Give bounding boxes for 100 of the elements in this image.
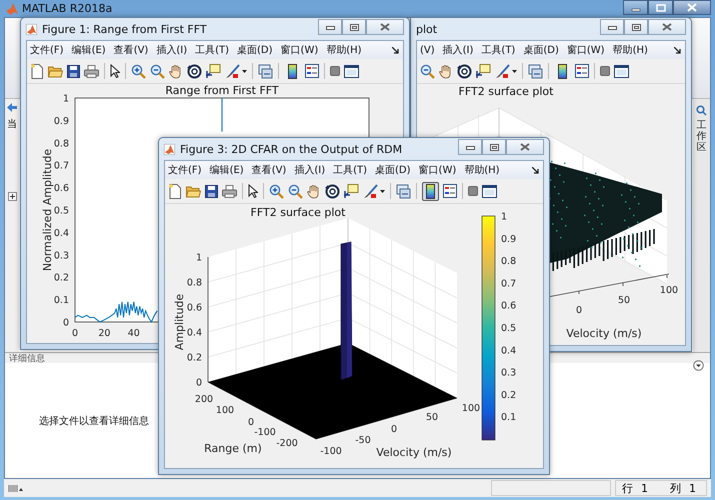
- menu-item[interactable]: 查看(V): [248, 163, 290, 177]
- menu-item[interactable]: 工具(T): [478, 43, 518, 57]
- y-tick-label: 0.6: [54, 183, 69, 194]
- zoom-out-icon[interactable]: [288, 184, 303, 198]
- data-cursor-icon[interactable]: [344, 184, 359, 198]
- hand-icon[interactable]: [307, 184, 321, 198]
- caret-icon[interactable]: [512, 70, 517, 72]
- figure-title: plot: [416, 22, 438, 36]
- zoom-out-icon[interactable]: [150, 64, 165, 78]
- y-tick-label: 0: [248, 417, 254, 428]
- minimize-button[interactable]: [600, 19, 624, 35]
- maximize-button[interactable]: [482, 139, 506, 155]
- menu-item[interactable]: 桌面(D): [234, 43, 276, 57]
- y-tick-label: 0.3: [54, 250, 69, 262]
- window-icon[interactable]: [614, 64, 629, 78]
- menu-item[interactable]: 工具(T): [192, 43, 232, 57]
- window-title: MATLAB R2018a: [22, 2, 112, 15]
- menu-item[interactable]: 插入(I): [291, 163, 328, 177]
- save-icon[interactable]: [67, 64, 80, 78]
- y-tick-label: 0.5: [54, 206, 69, 216]
- colorbar-tick-label: 0.2: [501, 390, 516, 401]
- menu-item[interactable]: 编辑(E): [68, 43, 109, 57]
- collapse-icon[interactable]: [693, 360, 704, 370]
- rotate-icon[interactable]: [457, 64, 472, 78]
- menu-item[interactable]: 桌面(D): [372, 163, 414, 177]
- square-icon[interactable]: [600, 66, 610, 76]
- grip-icon[interactable]: [8, 484, 24, 492]
- printer-icon[interactable]: [84, 64, 99, 78]
- printer-icon[interactable]: [222, 184, 237, 198]
- x-tick-label: 0: [390, 424, 398, 435]
- menu-item[interactable]: 窗口(W): [416, 163, 460, 177]
- colorbar-tick-label: 0.9: [501, 234, 516, 245]
- zoom-out-icon[interactable]: [420, 64, 435, 78]
- maximize-button[interactable]: [648, 0, 673, 15]
- square-icon[interactable]: [468, 186, 478, 196]
- data-cursor-icon[interactable]: [206, 64, 221, 78]
- brush-icon[interactable]: [495, 64, 510, 78]
- caret-icon[interactable]: [380, 190, 385, 192]
- legend-icon[interactable]: [443, 184, 457, 198]
- menu-item[interactable]: 编辑(E): [206, 163, 247, 177]
- data-cursor-icon[interactable]: [476, 64, 491, 78]
- zoom-in-icon[interactable]: [269, 184, 284, 198]
- maximize-button[interactable]: [342, 19, 366, 35]
- new-file-icon[interactable]: [168, 184, 182, 198]
- new-file-icon[interactable]: [30, 64, 44, 78]
- close-button[interactable]: [673, 0, 711, 15]
- caret-icon[interactable]: [242, 70, 247, 72]
- minimize-button[interactable]: [623, 0, 648, 15]
- minimize-button[interactable]: [318, 19, 342, 35]
- square-icon[interactable]: [330, 66, 340, 76]
- rotate-icon[interactable]: [187, 64, 202, 78]
- window-icon[interactable]: [344, 64, 359, 78]
- legend-icon[interactable]: [305, 64, 319, 78]
- pointer-icon[interactable]: [110, 64, 120, 78]
- dock-arrow-icon[interactable]: [392, 46, 399, 54]
- rotate-icon[interactable]: [325, 184, 340, 198]
- menu-item[interactable]: 插入(I): [153, 43, 190, 57]
- workspace-tab[interactable]: 工作区: [696, 120, 706, 153]
- expand-icon[interactable]: [8, 192, 16, 201]
- y-tick-label: 0.2: [54, 272, 69, 284]
- linked-plot-icon[interactable]: [396, 184, 411, 198]
- maximize-button[interactable]: [624, 19, 648, 35]
- dock-arrow-icon[interactable]: [674, 46, 681, 54]
- restore-icon: [632, 24, 640, 30]
- menu-item[interactable]: 帮助(H): [610, 43, 651, 57]
- menu-item[interactable]: 查看(V): [110, 43, 152, 57]
- linked-plot-icon[interactable]: [258, 64, 273, 78]
- search-icon[interactable]: [696, 105, 707, 116]
- window-icon[interactable]: [482, 184, 497, 198]
- legend-icon[interactable]: [575, 64, 589, 78]
- close-button[interactable]: [506, 139, 544, 155]
- back-arrow-icon[interactable]: [7, 103, 17, 112]
- zoom-in-icon[interactable]: [131, 64, 146, 78]
- pointer-icon[interactable]: [248, 184, 258, 198]
- menu-item[interactable]: 文件(F): [165, 163, 205, 177]
- close-button[interactable]: [648, 19, 686, 35]
- menu-item[interactable]: 窗口(W): [278, 43, 322, 57]
- linked-plot-icon[interactable]: [528, 64, 543, 78]
- close-button[interactable]: [366, 19, 404, 35]
- menu-item[interactable]: 插入(I): [440, 43, 476, 57]
- x-axis-label: Velocity (m/s): [566, 327, 642, 340]
- close-icon: [662, 23, 672, 31]
- y-tick-label: 200: [194, 394, 214, 405]
- close-icon: [687, 3, 697, 12]
- brush-icon[interactable]: [225, 64, 240, 78]
- minimize-button[interactable]: [458, 139, 482, 155]
- menu-item[interactable]: 桌面(D): [520, 43, 562, 57]
- restore-icon: [490, 144, 498, 150]
- hand-icon[interactable]: [439, 64, 453, 78]
- menu-item[interactable]: 窗口(W): [564, 43, 608, 57]
- save-icon[interactable]: [205, 184, 218, 198]
- hand-icon[interactable]: [169, 64, 183, 78]
- dock-arrow-icon[interactable]: [532, 166, 539, 174]
- colorbar-toggle[interactable]: [422, 182, 439, 200]
- menu-item[interactable]: 帮助(H): [461, 163, 503, 177]
- menu-item[interactable]: 帮助(H): [323, 43, 365, 57]
- menu-item[interactable]: 文件(F): [27, 43, 67, 57]
- menu-item[interactable]: 工具(T): [330, 163, 370, 177]
- brush-icon[interactable]: [363, 184, 378, 198]
- menu-item[interactable]: (V): [417, 44, 438, 56]
